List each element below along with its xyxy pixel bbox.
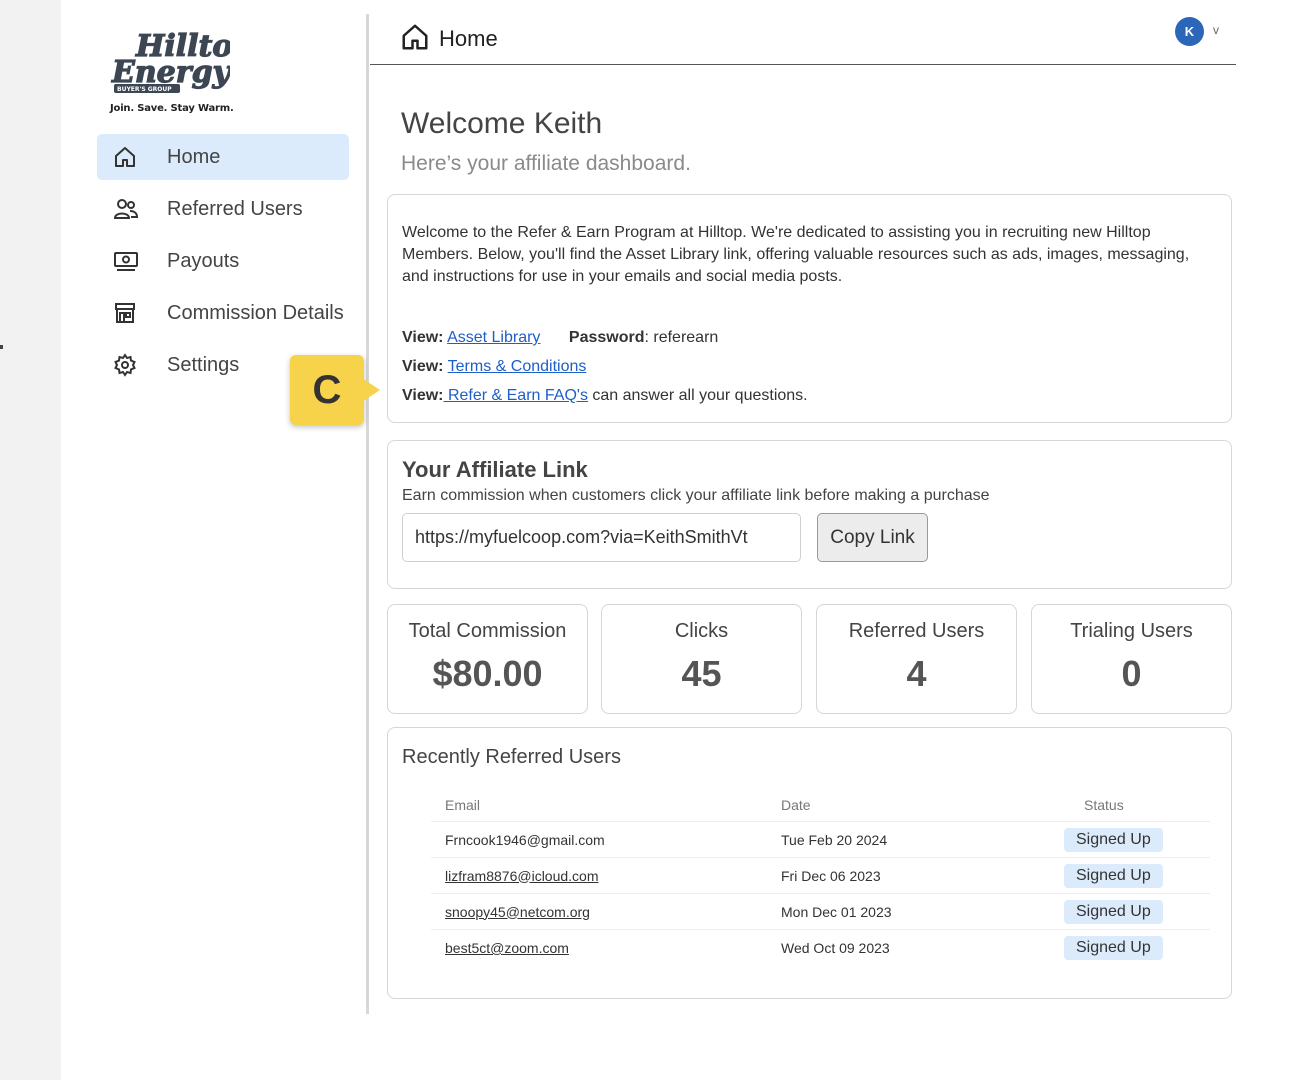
- status-badge: Signed Up: [1064, 827, 1163, 852]
- faq-suffix: can answer all your questions.: [587, 387, 808, 404]
- welcome-heading: Welcome Keith: [401, 107, 603, 140]
- table-row: lizfram8876@icloud.com Fri Dec 06 2023 S…: [431, 858, 1210, 894]
- stat-total-commission: Total Commission $80.00: [387, 604, 588, 714]
- status-badge: Signed Up: [1064, 899, 1163, 924]
- copy-link-button[interactable]: Copy Link: [817, 513, 928, 562]
- gear-icon: [113, 353, 143, 377]
- callout-badge: C: [290, 355, 364, 425]
- row-email[interactable]: snoopy45@netcom.org: [445, 904, 590, 920]
- row-date: Tue Feb 20 2024: [781, 831, 888, 848]
- program-description: Welcome to the Refer & Earn Program at H…: [402, 224, 1190, 285]
- view-label: View:: [402, 329, 444, 346]
- stat-value: 4: [906, 653, 927, 694]
- callout-arrow: [362, 378, 380, 402]
- stat-clicks: Clicks 45: [601, 604, 802, 714]
- top-bar: Home K v: [370, 14, 1236, 65]
- sidebar-item-label: Payouts: [167, 249, 240, 272]
- sidebar-item-payouts[interactable]: Payouts: [97, 238, 359, 284]
- stat-referred-users: Referred Users 4: [816, 604, 1017, 714]
- affiliate-link-field[interactable]: https://myfuelcoop.com?via=KeithSmithVt: [402, 513, 801, 562]
- row-date: Wed Oct 09 2023: [781, 940, 890, 956]
- password-label: Password: [568, 329, 645, 346]
- chevron-down-icon[interactable]: v: [1213, 23, 1219, 37]
- stat-trialing-users: Trialing Users 0: [1031, 604, 1232, 714]
- store-icon: [113, 301, 143, 325]
- referrals-table: Email Date Status Frncook1946@gmail.com …: [431, 788, 1210, 966]
- stat-value: 45: [681, 653, 722, 694]
- row-email[interactable]: best5ct@zoom.com: [445, 940, 569, 956]
- table-row: best5ct@zoom.com Wed Oct 09 2023 Signed …: [431, 930, 1210, 966]
- column-header-status: Status: [1084, 796, 1124, 813]
- column-header-date: Date: [781, 796, 811, 813]
- stat-value: $80.00: [432, 653, 543, 694]
- view-label: View:: [402, 387, 444, 404]
- sidebar-item-referred-users[interactable]: Referred Users: [97, 186, 359, 232]
- welcome-subtitle: Here’s your affiliate dashboard.: [401, 152, 691, 175]
- row-date: Mon Dec 01 2023: [781, 903, 892, 920]
- sidebar-item-label: Settings: [167, 353, 240, 376]
- page-title: Home: [439, 26, 498, 51]
- stat-value: 0: [1121, 653, 1142, 694]
- sidebar-item-label: Commission Details: [167, 301, 344, 324]
- home-icon: [400, 22, 430, 57]
- column-header-email: Email: [445, 796, 481, 813]
- program-info-card: Welcome to the Refer & Earn Program at H…: [387, 194, 1232, 423]
- sidebar-item-label: Home: [167, 145, 221, 168]
- faq-line: View: Refer & Earn FAQ's can answer all …: [402, 381, 1217, 410]
- sidebar-divider: [366, 14, 369, 1014]
- terms-line: View: Terms & Conditions: [402, 352, 1217, 381]
- row-email: Frncook1946@gmail.com: [445, 831, 605, 848]
- edge-mark: [0, 345, 3, 349]
- affiliate-description: Earn commission when customers click you…: [402, 487, 990, 504]
- svg-text:BUYER'S GROUP: BUYER'S GROUP: [117, 86, 172, 93]
- avatar[interactable]: K: [1175, 17, 1204, 46]
- hilltop-energy-logo: Hilltop Energy BUYER'S GROUP: [110, 28, 230, 93]
- row-email[interactable]: lizfram8876@icloud.com: [445, 868, 599, 884]
- table-row: Frncook1946@gmail.com Tue Feb 20 2024 Si…: [431, 822, 1210, 858]
- row-date: Fri Dec 06 2023: [781, 867, 881, 884]
- sidebar-item-label: Referred Users: [167, 197, 303, 220]
- faq-link[interactable]: Refer & Earn FAQ's: [444, 387, 588, 404]
- stat-label: Total Commission: [408, 620, 567, 642]
- status-badge: Signed Up: [1064, 936, 1163, 960]
- home-icon: [113, 145, 143, 169]
- stat-label: Referred Users: [848, 620, 985, 642]
- users-icon: [113, 197, 143, 221]
- status-badge: Signed Up: [1064, 863, 1163, 888]
- terms-conditions-link[interactable]: Terms & Conditions: [448, 358, 587, 375]
- password-value: : referearn: [644, 329, 719, 346]
- recent-referrals-title: Recently Referred Users: [402, 746, 621, 768]
- recent-referrals-card: Recently Referred Users Email Date Statu…: [387, 727, 1232, 999]
- table-header: Email Date Status: [431, 788, 1210, 822]
- affiliate-title: Your Affiliate Link: [402, 457, 588, 482]
- brand-tagline: Join. Save. Stay Warm.: [110, 103, 234, 114]
- stat-label: Trialing Users: [1070, 620, 1193, 642]
- table-row: snoopy45@netcom.org Mon Dec 01 2023 Sign…: [431, 894, 1210, 930]
- payout-icon: [113, 250, 143, 272]
- view-label: View:: [402, 358, 444, 375]
- sidebar-item-home[interactable]: Home: [97, 134, 349, 180]
- sidebar-item-commission-details[interactable]: Commission Details: [97, 290, 359, 336]
- asset-library-line: View: Asset Library Password: referearn: [402, 323, 1217, 352]
- stat-label: Clicks: [674, 620, 729, 642]
- affiliate-link-card: Your Affiliate Link Earn commission when…: [387, 440, 1232, 589]
- asset-library-link[interactable]: Asset Library: [447, 329, 540, 346]
